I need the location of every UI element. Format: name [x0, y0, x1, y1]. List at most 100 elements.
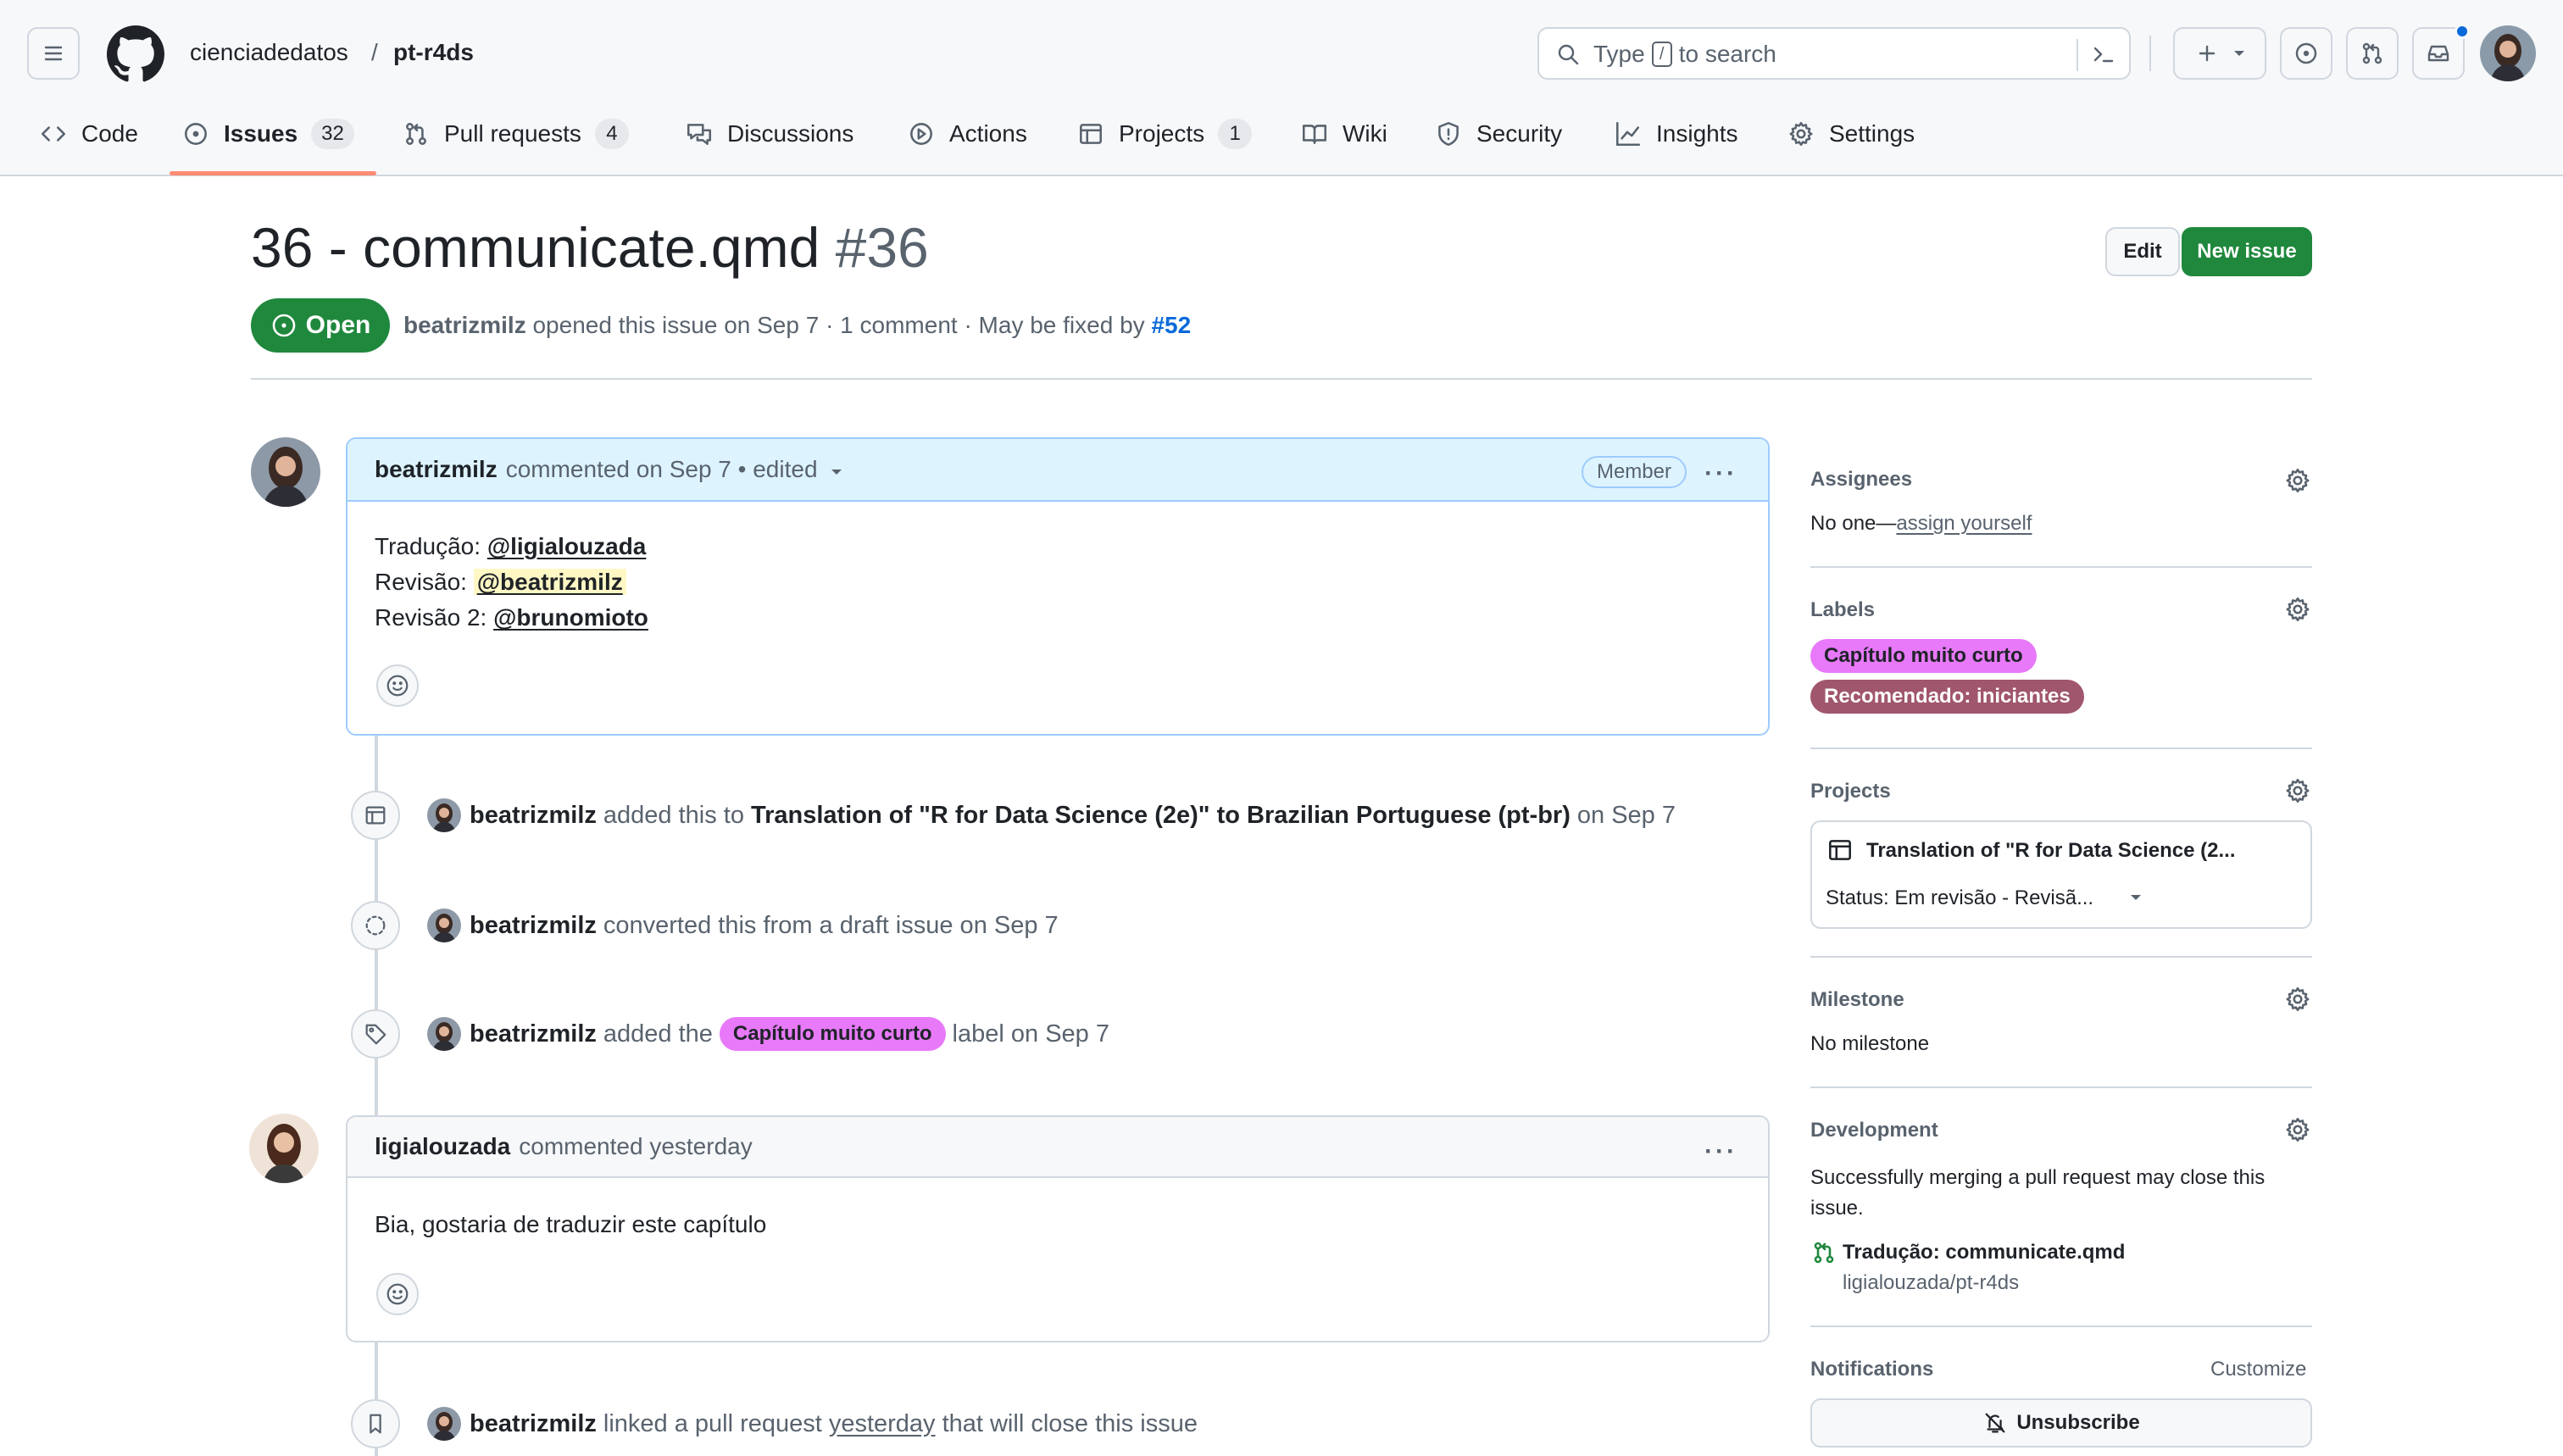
header-divider: [2149, 36, 2151, 71]
bell-slash-icon: [1985, 1413, 2005, 1433]
project-status-select[interactable]: Status: Em revisão - Revisã...: [1826, 886, 2093, 910]
search-input[interactable]: Type / to search: [1537, 27, 2131, 80]
issues-button[interactable]: [2280, 27, 2332, 80]
milestone-heading: Milestone: [1810, 988, 1904, 1011]
new-issue-button[interactable]: New issue: [2182, 227, 2312, 276]
event-text: converted this from a draft issue on Sep…: [603, 911, 1059, 939]
sidebar-separator: [1810, 1325, 2312, 1327]
assignees-heading: Assignees: [1810, 468, 1913, 491]
gear-icon[interactable]: [2283, 466, 2312, 495]
plus-icon: [2199, 45, 2216, 62]
comment-author-avatar[interactable]: [249, 1114, 319, 1183]
event-actor-link[interactable]: beatrizmilz: [470, 1020, 597, 1048]
repo-owner-link[interactable]: cienciadedatos: [190, 39, 348, 66]
label-chip[interactable]: Recomendado: iniciantes: [1810, 680, 2084, 714]
comment-line: Revisão: @beatrizmilz: [375, 564, 648, 600]
milestone-value: No milestone: [1810, 1032, 1930, 1055]
comment-author-link[interactable]: ligialouzada: [375, 1133, 510, 1160]
pull-requests-counter: 4: [594, 119, 629, 149]
mention-link[interactable]: @brunomioto: [493, 604, 648, 631]
issue-title: 36 - communicate.qmd #36: [251, 215, 929, 280]
mention-link[interactable]: @beatrizmilz: [473, 569, 626, 595]
search-placeholder-prefix: Type: [1593, 41, 1645, 67]
pull-requests-button[interactable]: [2346, 27, 2399, 80]
customize-notifications-link[interactable]: Customize: [2210, 1358, 2306, 1381]
fixed-by-pr-link[interactable]: #52: [1151, 312, 1191, 338]
notifications-heading: Notifications: [1810, 1358, 1934, 1381]
tab-settings[interactable]: Settings: [1787, 115, 1915, 153]
tab-security[interactable]: Security: [1434, 115, 1562, 153]
tab-actions[interactable]: Actions: [907, 115, 1027, 153]
project-name-link[interactable]: Translation of "R for Data Science (2...: [1866, 839, 2235, 863]
event-actor-link[interactable]: beatrizmilz: [470, 802, 597, 830]
event-actor-avatar[interactable]: [427, 1407, 461, 1441]
create-new-button[interactable]: [2173, 27, 2266, 80]
add-reaction-button[interactable]: [376, 1273, 419, 1315]
kebab-horizontal-icon[interactable]: ···: [1704, 1137, 1737, 1166]
comment-meta[interactable]: commented on Sep 7 • edited: [506, 456, 818, 483]
event-text: linked a pull request: [603, 1409, 822, 1437]
project-link[interactable]: Translation of "R for Data Science (2e)"…: [751, 802, 1571, 830]
tab-discussions[interactable]: Discussions: [685, 115, 853, 153]
unsubscribe-button[interactable]: Unsubscribe: [1810, 1398, 2312, 1448]
projects-counter: 1: [1218, 119, 1253, 149]
repo-name-link[interactable]: pt-r4ds: [393, 39, 474, 66]
linked-pr-link[interactable]: Tradução: communicate.qmd: [1843, 1241, 2125, 1264]
tab-pull-requests[interactable]: Pull requests 4: [402, 115, 629, 153]
gear-icon[interactable]: [2283, 595, 2312, 624]
triangle-down-icon[interactable]: [830, 468, 843, 476]
tab-actions-label: Actions: [949, 120, 1027, 147]
add-reaction-button[interactable]: [376, 664, 419, 707]
table-icon: [365, 806, 386, 825]
issue-opened-icon: [272, 314, 295, 337]
issue-meta-text: opened this issue on Sep 7 · 1 comment ·…: [532, 312, 1145, 338]
comment-author-avatar[interactable]: [251, 437, 320, 507]
tab-issues[interactable]: Issues 32: [181, 115, 354, 153]
issue-author-link[interactable]: beatrizmilz: [403, 312, 526, 338]
event-time-link[interactable]: yesterday: [829, 1410, 936, 1438]
gear-icon[interactable]: [2283, 776, 2312, 805]
tab-insights-label: Insights: [1656, 120, 1738, 147]
search-placeholder-suffix: to search: [1678, 41, 1776, 67]
gear-icon[interactable]: [2283, 985, 2312, 1014]
edit-button[interactable]: Edit: [2105, 227, 2180, 276]
mention-link[interactable]: @ligialouzada: [487, 533, 647, 559]
event-text: that will close this issue: [942, 1409, 1198, 1437]
tab-projects[interactable]: Projects 1: [1076, 115, 1253, 153]
issues-counter: 32: [311, 119, 354, 149]
notification-dot: [2455, 24, 2470, 39]
comment-meta[interactable]: commented yesterday: [519, 1133, 752, 1160]
comment-card: ligialouzada commented yesterday ··· Bia…: [346, 1115, 1770, 1342]
unsubscribe-label: Unsubscribe: [2016, 1411, 2140, 1434]
event-actor-avatar[interactable]: [427, 909, 461, 942]
event-date: on Sep 7: [1576, 801, 1676, 829]
comment-author-link[interactable]: beatrizmilz: [375, 456, 498, 483]
event-icon: [351, 901, 400, 950]
projects-heading: Projects: [1810, 780, 1891, 803]
assign-yourself-link[interactable]: assign yourself: [1896, 512, 2032, 535]
tab-projects-label: Projects: [1119, 120, 1205, 147]
menu-button[interactable]: [27, 27, 80, 80]
label-chip[interactable]: Capítulo muito curto: [719, 1017, 946, 1051]
comment-line-prefix: Tradução:: [375, 533, 487, 559]
comment-header: ligialouzada commented yesterday ···: [347, 1117, 1768, 1178]
git-pull-request-icon: [2362, 42, 2382, 64]
tab-code[interactable]: Code: [39, 115, 138, 153]
sidebar-separator: [1810, 747, 2312, 749]
event-actor-link[interactable]: beatrizmilz: [470, 1410, 597, 1438]
triangle-down-icon[interactable]: [2129, 893, 2143, 902]
event-actor-avatar[interactable]: [427, 798, 461, 832]
tab-wiki[interactable]: Wiki: [1300, 115, 1387, 153]
user-avatar[interactable]: [2480, 25, 2536, 81]
tab-insights[interactable]: Insights: [1614, 115, 1738, 153]
sidebar-separator: [1810, 1086, 2312, 1088]
code-icon: [41, 126, 66, 142]
assignees-text: No one—: [1810, 512, 1897, 535]
event-actor-link[interactable]: beatrizmilz: [470, 912, 597, 940]
label-chip[interactable]: Capítulo muito curto: [1810, 639, 2037, 673]
kebab-horizontal-icon[interactable]: ···: [1704, 459, 1737, 488]
event-actor-avatar[interactable]: [427, 1017, 461, 1051]
command-palette-icon[interactable]: [2090, 41, 2117, 68]
github-logo-icon[interactable]: [107, 25, 164, 83]
gear-icon[interactable]: [2283, 1115, 2312, 1144]
